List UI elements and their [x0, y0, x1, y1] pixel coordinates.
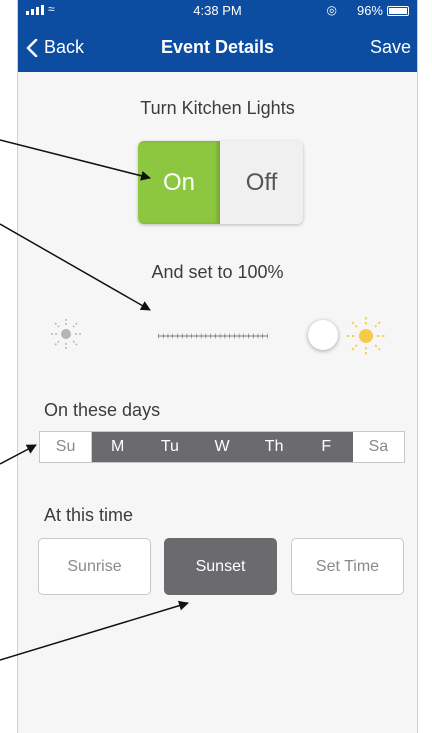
sunrise-button[interactable]: Sunrise — [38, 538, 151, 595]
nav-bar: Back Event Details Save — [18, 22, 417, 72]
day-f[interactable]: F — [300, 432, 353, 462]
day-su[interactable]: Su — [40, 432, 93, 462]
off-button[interactable]: Off — [220, 141, 303, 224]
status-bar: ≈ 4:38 PM ◎ 96% — [18, 0, 417, 22]
device-heading: Turn Kitchen Lights — [140, 98, 295, 118]
phone-screen: ≈ 4:38 PM ◎ 96% Back Event Details Save … — [17, 0, 418, 733]
save-button[interactable]: Save — [370, 37, 411, 58]
on-off-toggle: On Off — [138, 141, 303, 224]
day-selector: Su M Tu W Th F Sa — [39, 431, 405, 463]
on-button[interactable]: On — [138, 141, 220, 224]
day-tu[interactable]: Tu — [144, 432, 197, 462]
set-time-button[interactable]: Set Time — [291, 538, 404, 595]
slider-thumb[interactable] — [308, 320, 338, 350]
brightness-heading: And set to 100% — [151, 262, 284, 282]
time-heading: At this time — [44, 505, 134, 525]
slider-track[interactable] — [103, 333, 323, 339]
day-m[interactable]: M — [92, 432, 145, 462]
battery-icon — [387, 6, 409, 16]
days-heading: On these days — [44, 400, 161, 420]
page-title: Event Details — [160, 37, 275, 57]
day-w[interactable]: W — [196, 432, 249, 462]
dim-sun-icon — [51, 319, 81, 349]
day-th[interactable]: Th — [248, 432, 301, 462]
bright-sun-icon — [347, 317, 385, 355]
sunset-button[interactable]: Sunset — [164, 538, 277, 595]
day-sa[interactable]: Sa — [352, 432, 404, 462]
brightness-slider — [18, 300, 417, 370]
orientation-lock-icon: ◎ — [326, 3, 337, 17]
battery-percent: 96% — [356, 3, 383, 18]
